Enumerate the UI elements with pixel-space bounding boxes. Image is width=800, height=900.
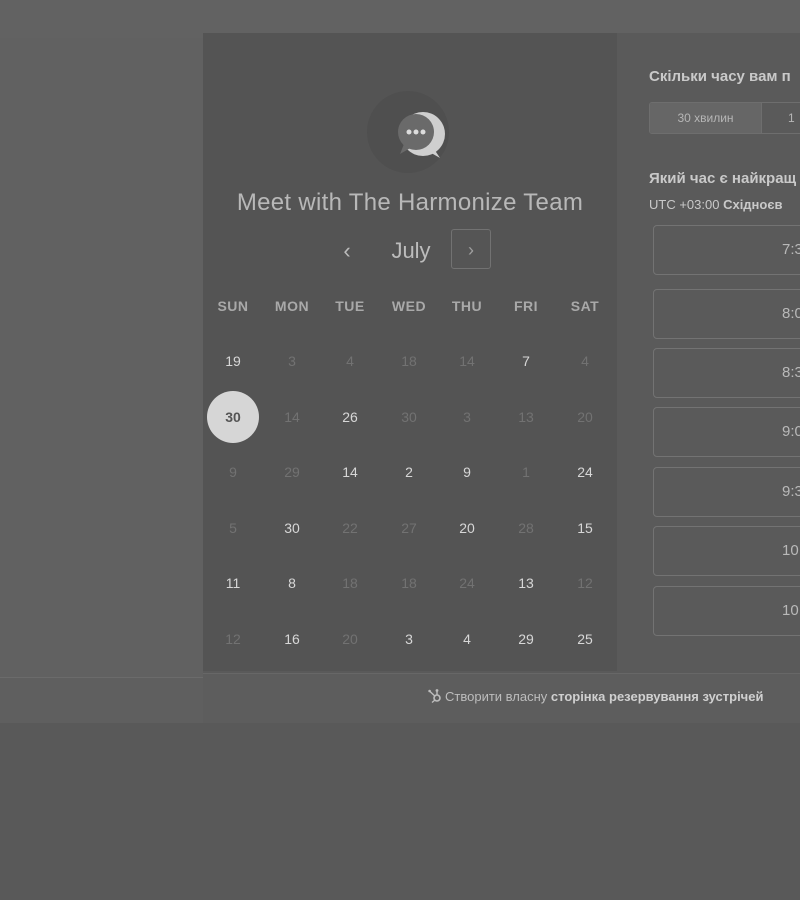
timezone-label[interactable]: UTC +03:00 Східноєв — [649, 197, 783, 212]
calendar-day: 27 — [401, 520, 417, 536]
calendar-day: 18 — [401, 353, 417, 369]
previous-month-button[interactable]: ‹ — [334, 236, 360, 266]
calendar-day: 20 — [342, 631, 358, 647]
calendar-day: 5 — [229, 520, 237, 536]
duration-selector: 30 хвилин 1 — [649, 102, 800, 134]
calendar-day[interactable]: 24 — [559, 446, 611, 498]
calendar-day: 12 — [225, 631, 241, 647]
calendar-day[interactable]: 20 — [441, 502, 493, 554]
weekday-label: WED — [391, 298, 427, 314]
time-slot-label: 10: — [782, 542, 800, 559]
month-label: July — [391, 238, 431, 263]
calendar-day[interactable]: 3 — [383, 613, 435, 665]
weekday-header: SUN MON TUE WED THU FRI SAT — [203, 298, 617, 316]
time-slot-label: 10: — [782, 602, 800, 619]
time-slot-button[interactable]: 7:3 — [653, 225, 800, 275]
footer-link-bold: сторінка резервування зустрічей — [550, 689, 764, 704]
time-slot-label: 9:3 — [782, 483, 800, 500]
calendar-day: 3 — [463, 409, 471, 425]
time-slot-button[interactable]: 8:3 — [653, 348, 800, 398]
hubspot-sprocket-icon — [428, 689, 441, 704]
calendar-day: 14 — [459, 353, 475, 369]
weekday-label: THU — [451, 298, 483, 314]
time-slot-button[interactable]: 8:0 — [653, 289, 800, 339]
calendar-day: 30 — [401, 409, 417, 425]
booking-panel: Скільки часу вам п 30 хвилин 1 Який час … — [617, 33, 800, 671]
chat-bubble-logo-icon — [398, 112, 445, 158]
calendar-day[interactable]: 19 — [207, 335, 259, 387]
timezone-name: Східноєв — [723, 197, 783, 212]
calendar-day: 4 — [346, 353, 354, 369]
team-title: Meet with The Harmonize Team — [236, 189, 584, 216]
calendar-day: 3 — [288, 353, 296, 369]
calendar-day[interactable]: 26 — [324, 391, 376, 443]
next-month-button[interactable]: › — [451, 229, 491, 269]
weekday-label: SUN — [217, 298, 249, 314]
calendar-day[interactable]: 16 — [266, 613, 318, 665]
duration-option-1-hour[interactable]: 1 — [762, 103, 800, 133]
calendar-day: 1 — [522, 464, 530, 480]
calendar-day[interactable]: 30 — [266, 502, 318, 554]
calendar-day: 18 — [401, 575, 417, 591]
calendar-day: 4 — [581, 353, 589, 369]
weekday-label: TUE — [335, 298, 365, 314]
weekday-label: FRI — [513, 298, 539, 314]
calendar-day: 29 — [284, 464, 300, 480]
calendar-day[interactable]: 15 — [559, 502, 611, 554]
create-meetings-page-link[interactable]: Створити власну сторінка резервування зу… — [427, 688, 763, 704]
calendar-day[interactable]: 8 — [266, 557, 318, 609]
calendar-day: 20 — [577, 409, 593, 425]
page-left-backdrop — [0, 38, 203, 678]
calendar-day: 9 — [229, 464, 237, 480]
calendar-day[interactable]: 9 — [441, 446, 493, 498]
calendar-day-selected[interactable]: 30 — [207, 391, 259, 443]
modal-footer: Створити власну сторінка резервування зу… — [203, 673, 800, 723]
weekday-label: MON — [274, 298, 310, 314]
time-slot-button[interactable]: 10: — [653, 586, 800, 636]
calendar-day: 13 — [518, 409, 534, 425]
calendar-panel: Meet with The Harmonize Team ‹ July › SU… — [203, 33, 618, 671]
weekday-label: SAT — [570, 298, 600, 314]
time-slot-label: 7:3 — [782, 241, 800, 258]
calendar-day: 12 — [577, 575, 593, 591]
duration-option-30-minutes[interactable]: 30 хвилин — [650, 103, 762, 133]
calendar-day[interactable]: 2 — [383, 446, 435, 498]
calendar-day: 28 — [518, 520, 534, 536]
timezone-offset: UTC +03:00 — [649, 197, 720, 212]
time-slot-label: 8:0 — [782, 305, 800, 322]
calendar-day[interactable]: 14 — [324, 446, 376, 498]
time-slot-label: 9:0 — [782, 423, 800, 440]
calendar-day[interactable]: 25 — [559, 613, 611, 665]
calendar-day: 18 — [342, 575, 358, 591]
calendar-day[interactable]: 4 — [441, 613, 493, 665]
footer-link-prefix: Створити власну — [445, 689, 548, 704]
calendar-day: 24 — [459, 575, 475, 591]
calendar-day: 14 — [284, 409, 300, 425]
calendar-day[interactable]: 11 — [207, 557, 259, 609]
duration-heading: Скільки часу вам п — [649, 68, 791, 85]
calendar-day[interactable]: 13 — [500, 557, 552, 609]
time-slot-button[interactable]: 9:3 — [653, 467, 800, 517]
time-slot-button[interactable]: 9:0 — [653, 407, 800, 457]
calendar-day[interactable]: 29 — [500, 613, 552, 665]
calendar-day[interactable]: 7 — [500, 335, 552, 387]
calendar-day: 22 — [342, 520, 358, 536]
time-slot-label: 8:3 — [782, 364, 800, 381]
time-slot-button[interactable]: 10: — [653, 526, 800, 576]
time-heading: Який час є найкращ — [649, 170, 797, 187]
page-bottom-backdrop — [0, 723, 800, 900]
